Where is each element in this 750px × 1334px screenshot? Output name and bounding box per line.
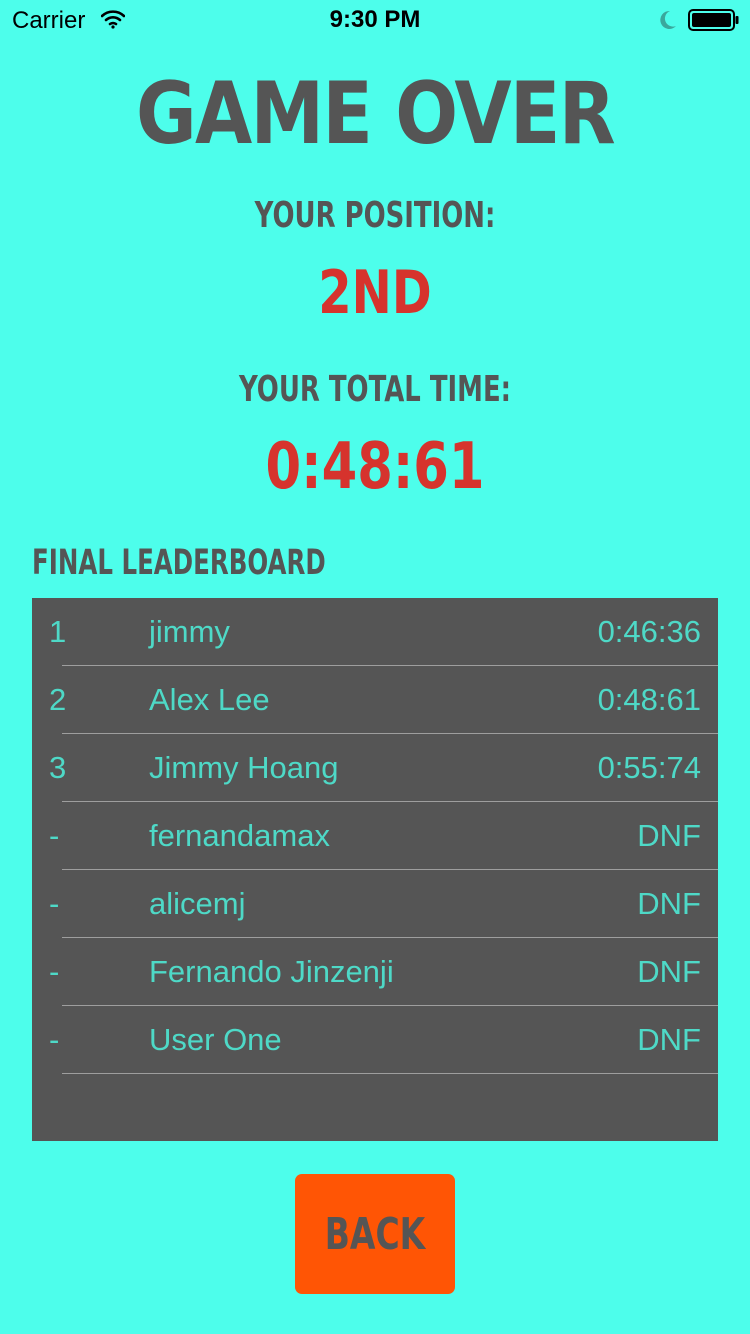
leaderboard-row: - alicemj DNF <box>32 870 718 938</box>
row-name: Jimmy Hoang <box>149 750 339 785</box>
leaderboard-row: 2 Alex Lee 0:48:61 <box>32 666 718 734</box>
total-time-label: Your Total Time: <box>238 369 512 410</box>
row-time: 0:46:36 <box>597 614 701 649</box>
row-rank: 3 <box>49 750 67 785</box>
row-rank: - <box>49 1022 60 1057</box>
leaderboard-row: 3 Jimmy Hoang 0:55:74 <box>32 734 718 802</box>
back-button[interactable]: Back <box>295 1174 455 1294</box>
row-rank: 1 <box>49 614 67 649</box>
leaderboard-row: - Fernando Jinzenji DNF <box>32 938 718 1006</box>
total-time-value: 0:48:61 <box>265 430 485 504</box>
row-time: 0:55:74 <box>597 750 701 785</box>
game-over-title: Game Over <box>136 64 616 164</box>
row-rank: 2 <box>49 682 67 717</box>
row-rank: - <box>49 818 60 853</box>
leaderboard-table[interactable]: 1 jimmy 0:46:36 2 Alex Lee 0:48:61 3 Jim… <box>32 598 718 1141</box>
row-name: User One <box>149 1022 282 1057</box>
status-time: 9:30 PM <box>329 6 421 33</box>
leaderboard-row: - fernandamax DNF <box>32 802 718 870</box>
moon-icon <box>658 9 678 36</box>
row-name: Alex Lee <box>149 682 270 717</box>
row-name: fernandamax <box>149 818 330 853</box>
leaderboard-title: Final Leaderboard <box>32 543 326 583</box>
row-name: Fernando Jinzenji <box>149 954 394 989</box>
row-time: 0:48:61 <box>597 682 701 717</box>
leaderboard-row: 1 jimmy 0:46:36 <box>32 598 718 666</box>
row-rank: - <box>49 886 60 921</box>
back-button-label: Back <box>324 1208 426 1260</box>
row-rank: - <box>49 954 60 989</box>
position-value: 2nd <box>318 258 432 328</box>
status-bar: Carrier 9:30 PM <box>0 0 750 40</box>
battery-icon <box>688 9 740 36</box>
position-label: Your Position: <box>254 195 496 236</box>
row-time: DNF <box>637 1022 701 1057</box>
row-name: jimmy <box>149 614 230 649</box>
row-time: DNF <box>637 954 701 989</box>
row-time: DNF <box>637 818 701 853</box>
row-name: alicemj <box>149 886 246 921</box>
leaderboard-row: - User One DNF <box>32 1006 718 1074</box>
row-time: DNF <box>637 886 701 921</box>
